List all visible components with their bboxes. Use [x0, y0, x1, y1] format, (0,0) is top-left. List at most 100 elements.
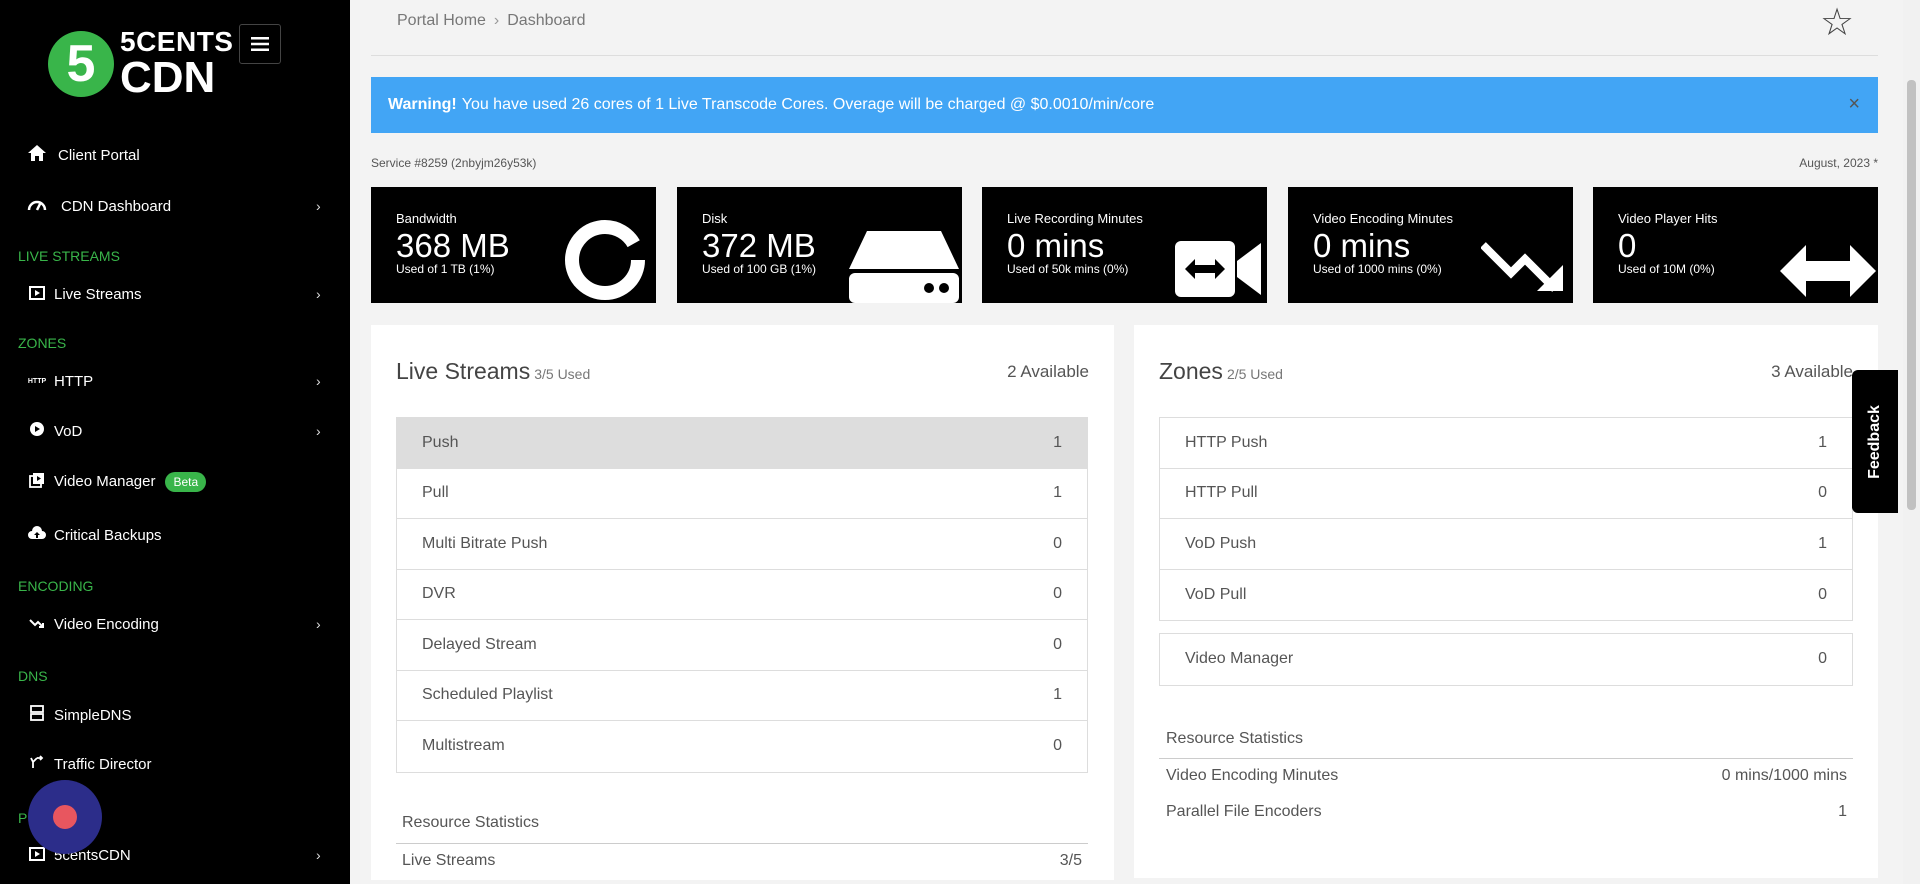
header-divider: [371, 55, 1878, 56]
sidebar-item-simpledns[interactable]: SimpleDNS: [0, 695, 350, 735]
sidebar-item-label: Traffic Director: [54, 755, 152, 773]
sidebar-item-video-manager[interactable]: Video Manager Beta: [0, 462, 350, 502]
billing-period: August, 2023 *: [1799, 156, 1878, 170]
zones-panel: Zones 2/5 Used 3 Available HTTP Push 1 HTT…: [1134, 325, 1878, 878]
item-label: HTTP Pull: [1185, 484, 1258, 502]
server-icon: [26, 705, 48, 725]
live-streams-list: Push 1 Pull 1 Multi Bitrate Push 0 DVR 0 Del…: [396, 417, 1088, 773]
menu-toggle-button[interactable]: [239, 24, 281, 64]
card-subtext: Used of 100 GB (1%): [702, 262, 817, 276]
sidebar-item-cdn-dashboard[interactable]: CDN Dashboard ›: [0, 186, 350, 226]
item-label: DVR: [422, 585, 456, 603]
panel-used: 2/5 Used: [1226, 366, 1283, 382]
card-title: Video Encoding Minutes: [1313, 211, 1453, 226]
sidebar-item-label: Video Manager: [54, 473, 156, 490]
chevron-right-icon: ›: [316, 198, 321, 214]
sidebar-item-label: Critical Backups: [54, 526, 162, 544]
section-zones: ZONES: [18, 335, 67, 351]
card-value: 0 mins: [1007, 227, 1105, 264]
sidebar-item-critical-backups[interactable]: Critical Backups: [0, 515, 350, 555]
sidebar-item-traffic-director[interactable]: Traffic Director: [0, 744, 350, 784]
list-item-vod-pull[interactable]: VoD Pull 0: [1160, 570, 1852, 621]
list-item-pull[interactable]: Pull 1: [397, 469, 1087, 519]
list-item-delayed-stream[interactable]: Delayed Stream 0: [397, 620, 1087, 671]
stat-value: 3/5: [1059, 852, 1082, 869]
stat-value: 0 mins/1000 mins: [1721, 767, 1847, 784]
sidebar-item-video-encoding[interactable]: Video Encoding ›: [0, 604, 350, 644]
resource-statistics-title: Resource Statistics: [1166, 730, 1303, 747]
item-count: 0: [1053, 635, 1062, 653]
panel-available: 2 Available: [1007, 362, 1089, 381]
item-count: 0: [1053, 737, 1062, 755]
sidebar-item-label: Client Portal: [58, 146, 140, 164]
trend-down-icon: [1481, 242, 1563, 292]
breadcrumb-current: Dashboard: [507, 12, 586, 29]
arrows-horizontal-icon: [1780, 245, 1876, 297]
logo[interactable]: 5 5CENTS CDN: [48, 28, 233, 100]
card-subtext: Used of 50k mins (0%): [1007, 262, 1129, 276]
scrollbar[interactable]: [1903, 0, 1920, 884]
star-icon[interactable]: ☆: [1820, 0, 1854, 45]
item-label: Push: [422, 433, 459, 451]
item-label: Pull: [422, 484, 449, 502]
item-count: 1: [1818, 534, 1827, 552]
panel-title: Zones: [1159, 358, 1223, 384]
list-item-multi-bitrate-push[interactable]: Multi Bitrate Push 0: [397, 519, 1087, 570]
feedback-tab[interactable]: Feedback: [1852, 370, 1898, 513]
stat-card-video-player-hits: Video Player Hits 0 Used of 10M (0%): [1593, 187, 1878, 303]
item-label: Video Manager: [1185, 650, 1294, 668]
chat-dot-icon: [53, 805, 77, 829]
card-subtext: Used of 1 TB (1%): [396, 262, 495, 276]
item-count: 0: [1818, 484, 1827, 502]
item-count: 0: [1818, 585, 1827, 603]
chevron-right-icon: ›: [316, 616, 321, 632]
item-label: VoD Pull: [1185, 585, 1247, 603]
sidebar-item-vod[interactable]: VoD ›: [0, 411, 350, 451]
scrollbar-thumb[interactable]: [1907, 80, 1916, 510]
panel-title: Live Streams: [396, 358, 531, 384]
card-value: 0 mins: [1313, 227, 1411, 264]
alert-text: You have used 26 cores of 1 Live Transco…: [461, 96, 1155, 113]
divider: [1159, 758, 1853, 759]
sidebar-item-label: CDN Dashboard: [61, 197, 172, 215]
card-value: 368 MB: [396, 227, 510, 264]
item-count: 1: [1053, 686, 1062, 704]
sidebar-item-http[interactable]: HTTP HTTP ›: [0, 361, 350, 401]
list-item-video-manager[interactable]: Video Manager 0: [1160, 634, 1852, 685]
card-title: Bandwidth: [396, 211, 457, 226]
sidebar-item-label: VoD: [54, 422, 83, 440]
stat-label: Video Encoding Minutes: [1166, 767, 1339, 784]
close-icon[interactable]: ×: [1848, 93, 1860, 116]
list-item-multistream[interactable]: Multistream 0: [397, 721, 1087, 772]
donut-chart-icon: [565, 220, 645, 300]
sidebar-item-label: HTTP: [54, 372, 94, 390]
stat-label: Live Streams: [402, 852, 496, 869]
item-count: 1: [1818, 433, 1827, 451]
card-title: Live Recording Minutes: [1007, 211, 1143, 226]
list-item-http-pull[interactable]: HTTP Pull 0: [1160, 469, 1852, 519]
list-item-vod-push[interactable]: VoD Push 1: [1160, 519, 1852, 570]
card-value: 372 MB: [702, 227, 816, 264]
item-label: VoD Push: [1185, 534, 1257, 552]
list-item-push[interactable]: Push 1: [397, 418, 1087, 469]
chevron-right-icon: ›: [316, 373, 321, 389]
panel-available: 3 Available: [1771, 362, 1853, 381]
chat-launcher-button[interactable]: [28, 780, 102, 854]
http-icon: HTTP: [27, 377, 47, 385]
item-count: 0: [1818, 650, 1827, 668]
stat-card-live-recording: Live Recording Minutes 0 mins Used of 50…: [982, 187, 1267, 303]
sidebar-item-live-streams[interactable]: Live Streams ›: [0, 274, 350, 314]
breadcrumb-home-link[interactable]: Portal Home: [397, 12, 486, 29]
card-value: 0: [1618, 227, 1637, 264]
logo-mark: 5: [48, 31, 114, 97]
fork-icon: [26, 755, 48, 773]
logo-line1: 5CENTS: [120, 26, 234, 57]
list-item-scheduled-playlist[interactable]: Scheduled Playlist 1: [397, 671, 1087, 721]
list-item-dvr[interactable]: DVR 0: [397, 570, 1087, 620]
section-dns: DNS: [18, 668, 48, 684]
list-item-http-push[interactable]: HTTP Push 1: [1160, 418, 1852, 469]
sidebar-item-client-portal[interactable]: Client Portal: [0, 135, 350, 175]
warning-alert: Warning! You have used 26 cores of 1 Liv…: [371, 77, 1878, 133]
stat-card-bandwidth: Bandwidth 368 MB Used of 1 TB (1%): [371, 187, 656, 303]
item-label: Multistream: [422, 737, 505, 755]
